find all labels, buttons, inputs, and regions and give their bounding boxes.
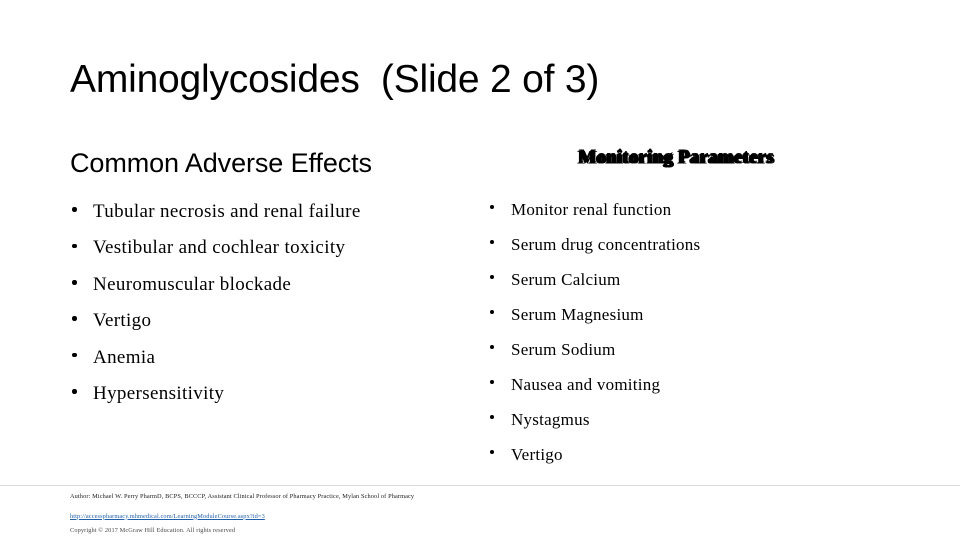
list-item-label: Hypersensitivity xyxy=(93,383,225,405)
bullet-dot-icon xyxy=(72,352,77,358)
list-item: Serum Sodium xyxy=(488,332,908,367)
list-item: Nystagmus xyxy=(488,402,908,437)
list-item: Serum Magnesium xyxy=(488,297,908,332)
list-item: Nausea and vomiting xyxy=(488,367,908,402)
bullet-dot-icon xyxy=(490,379,494,384)
list-item-label: Vestibular and cochlear toxicity xyxy=(93,237,346,259)
bullet-dot-icon xyxy=(72,207,77,212)
bullet-dot-icon xyxy=(490,344,494,349)
list-item-label: Nystagmus xyxy=(511,410,590,429)
bullet-dot-icon xyxy=(490,449,494,454)
list-item-label: Vertigo xyxy=(93,310,152,332)
list-item-label: Serum Calcium xyxy=(511,270,621,289)
list-item: Neuromuscular blockade xyxy=(70,267,470,303)
bullet-dot-icon xyxy=(72,316,77,321)
list-item: Serum Calcium xyxy=(488,262,908,297)
bullet-dot-icon xyxy=(490,204,494,209)
bullet-dot-icon xyxy=(72,389,77,394)
list-item: Vestibular and cochlear toxicity xyxy=(70,230,470,266)
list-item-label: Vertigo xyxy=(511,445,563,464)
list-item: Serum drug concentrations xyxy=(488,227,908,262)
bullet-dot-icon xyxy=(490,274,494,279)
list-item: Tubular necrosis and renal failure xyxy=(70,194,470,230)
page-title: Aminoglycosides (Slide 2 of 3) xyxy=(70,58,600,101)
bullet-dot-icon xyxy=(490,414,494,419)
list-item: Anemia xyxy=(70,340,470,376)
list-item: Vertigo xyxy=(488,437,908,472)
list-item-label: Serum drug concentrations xyxy=(511,235,701,254)
right-column-header: Monitoring Parameters xyxy=(578,147,774,168)
footer-copyright: Copyright © 2017 McGraw Hill Education. … xyxy=(70,527,236,534)
list-item: Vertigo xyxy=(70,303,470,339)
bullet-dot-icon xyxy=(490,309,494,314)
list-item: Monitor renal function xyxy=(488,192,908,227)
footer-author-line: Author: Michael W. Perry PharmD, BCPS, B… xyxy=(70,493,415,500)
list-item-label: Anemia xyxy=(93,346,156,368)
left-column-header: Common Adverse Effects xyxy=(70,148,372,178)
footer-divider xyxy=(0,485,960,486)
bullet-dot-icon xyxy=(72,243,77,249)
adverse-effects-list: Tubular necrosis and renal failure Vesti… xyxy=(70,194,470,412)
list-item-label: Nausea and vomiting xyxy=(511,375,661,394)
list-item-label: Neuromuscular blockade xyxy=(93,273,292,295)
list-item-label: Serum Magnesium xyxy=(511,305,644,324)
slide-canvas: Aminoglycosides (Slide 2 of 3) Common Ad… xyxy=(0,0,960,540)
list-item-label: Serum Sodium xyxy=(511,340,616,359)
list-item-label: Tubular necrosis and renal failure xyxy=(93,201,361,222)
bullet-dot-icon xyxy=(72,280,77,285)
bullet-dot-icon xyxy=(490,239,494,244)
footer-source-link[interactable]: http://accesspharmacy.mhmedical.com/Lear… xyxy=(70,510,265,525)
list-item-label: Monitor renal function xyxy=(511,200,672,219)
footer: Author: Michael W. Perry PharmD, BCPS, B… xyxy=(70,490,930,539)
monitoring-parameters-list: Monitor renal function Serum drug concen… xyxy=(488,192,908,472)
list-item: Hypersensitivity xyxy=(70,376,470,412)
